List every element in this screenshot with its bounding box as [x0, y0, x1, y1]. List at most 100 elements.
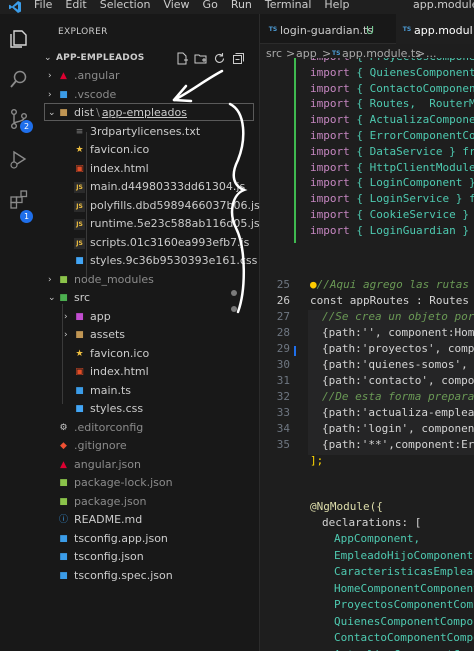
- code-routes-decl: const appRoutes : Routes =: [310, 294, 474, 307]
- modified-dot: [231, 290, 237, 296]
- line-number: 26: [276, 294, 290, 307]
- menu-go[interactable]: Go: [203, 0, 218, 11]
- code-comment: //De esta forma preparan: [322, 390, 474, 403]
- chevron-right-icon: ›: [64, 330, 68, 340]
- tree-item-assets[interactable]: › ■ assets: [38, 327, 260, 345]
- tree-item-angular-json[interactable]: ▲ angular.json: [38, 457, 260, 475]
- import-keyword: import: [310, 58, 350, 63]
- menu-run[interactable]: Run: [231, 0, 252, 11]
- tree-item-node-modules[interactable]: › ■ node_modules: [38, 272, 260, 290]
- import-keyword: import: [310, 223, 350, 237]
- tree-item-index-html[interactable]: ▣ index.html: [38, 364, 260, 382]
- tree-label: tsconfig.json: [74, 550, 144, 563]
- git-added-gutter: [294, 58, 296, 243]
- code-import-line: import { ProyectosComponent: [310, 58, 474, 63]
- activity-bar: 2 1: [0, 14, 38, 651]
- import-body: { LoginService } fr: [349, 192, 474, 206]
- code-import-line: import { ContactoComponent: [310, 82, 474, 95]
- chevron-right-icon: ›: [48, 89, 52, 100]
- code-import-line: import { DataService } fro: [310, 145, 474, 158]
- menu-file[interactable]: File: [34, 0, 52, 11]
- menu-edit[interactable]: Edit: [65, 0, 86, 11]
- tree-item-styles-9c36b9530393e161-css[interactable]: ■ styles.9c36b9530393e161.css: [38, 253, 260, 271]
- line-number: 27: [276, 310, 290, 323]
- tree-label: app: [90, 309, 111, 323]
- tree-label: main.d44980333dd61304.js: [90, 180, 246, 193]
- tree-item-tsconfig-json[interactable]: ■ tsconfig.json: [38, 549, 260, 567]
- import-body: { HttpClientModule}: [349, 160, 474, 174]
- tab-app-module[interactable]: TS app.modul: [396, 14, 474, 44]
- git-modified-gutter: [294, 346, 296, 356]
- refresh-icon[interactable]: [213, 52, 226, 65]
- import-body: { QuienesComponentC: [349, 65, 474, 79]
- file-icon: ■: [75, 256, 84, 266]
- tree-item-styles-css[interactable]: ■ styles.css: [38, 401, 260, 419]
- file-icon: ★: [75, 348, 84, 359]
- code-declaration-item: EmpleadoHijoComponent,: [334, 548, 474, 562]
- file-icon: ⚙: [59, 422, 68, 433]
- tree-item-main-d44980333dd61304-js[interactable]: JS main.d44980333dd61304.js: [38, 179, 260, 197]
- tree-item-vscode[interactable]: › ■ .vscode: [38, 87, 260, 105]
- run-debug-icon[interactable]: [8, 148, 30, 170]
- tree-item-favicon-ico[interactable]: ★ favicon.ico: [38, 346, 260, 364]
- tree-item-polyfills-dbd5989466037b06-js[interactable]: JS polyfills.dbd5989466037b06.js: [38, 198, 260, 216]
- menu-view[interactable]: View: [163, 0, 189, 11]
- tree-item-readme-md[interactable]: ⓘ README.md: [38, 512, 260, 530]
- lightbulb-icon[interactable]: ●: [310, 278, 317, 291]
- tree-label: assets: [90, 328, 126, 341]
- tree-item-runtime-5e23c588ab116d05-js[interactable]: JS runtime.5e23c588ab116d05.js: [38, 216, 260, 234]
- import-keyword: import: [310, 97, 350, 111]
- import-keyword: import: [310, 176, 350, 190]
- tab-label: login-guardian.ts: [280, 24, 374, 37]
- collapse-all-icon[interactable]: [232, 52, 245, 65]
- tab-status-untracked: U: [366, 24, 375, 37]
- menu-terminal[interactable]: Terminal: [265, 0, 312, 11]
- tree-label: 3rdpartylicenses.txt: [90, 124, 201, 138]
- line-number: 31: [276, 374, 290, 387]
- code-declaration-item: ProyectosComponentComp: [334, 598, 474, 611]
- import-body: { ActualizaComponen: [349, 113, 474, 127]
- workspace-section-header[interactable]: ⌄ APP-EMPLEADOS: [38, 50, 260, 68]
- tree-item-app[interactable]: › ■ app: [38, 309, 260, 327]
- extensions-icon[interactable]: [8, 188, 30, 210]
- explorer-sidebar: EXPLORER ⌄ APP-EMPLEADOS › ▲ .angular › ■ .vs…: [38, 14, 260, 651]
- tree-item-package-json[interactable]: ■ package.json: [38, 494, 260, 512]
- tree-item-angular[interactable]: › ▲ .angular: [38, 68, 260, 86]
- menu-selection[interactable]: Selection: [100, 0, 151, 11]
- explorer-files-icon[interactable]: [8, 28, 30, 50]
- tree-item-index-html[interactable]: ▣ index.html: [38, 161, 260, 179]
- tree-label: package.json: [74, 494, 147, 508]
- tree-item-package-lock-json[interactable]: ■ package-lock.json: [38, 475, 260, 493]
- code-import-line: import { CookieService } f: [310, 208, 474, 221]
- tree-item-src[interactable]: ⌄ ■ src: [38, 290, 260, 308]
- tree-label: scripts.01c3160ea993efb7.js: [90, 235, 250, 249]
- code-editor[interactable]: import { ProyectosComponentimport { Quie…: [260, 58, 474, 651]
- tree-label: README.md: [74, 513, 143, 526]
- window-title: app.module.t: [413, 0, 474, 11]
- import-body: { CookieService } f: [349, 208, 474, 221]
- tree-label: .angular: [74, 69, 120, 82]
- tree-label: styles.9c36b9530393e161.css: [90, 254, 258, 267]
- tree-item-editorconfig[interactable]: ⚙ .editorconfig: [38, 420, 260, 438]
- tree-item-scripts-01c3160ea993efb7-js[interactable]: JS scripts.01c3160ea993efb7.js: [38, 235, 260, 253]
- new-folder-icon[interactable]: [194, 52, 207, 65]
- code-import-line: import { Routes, RouterMo: [310, 97, 474, 110]
- line-number: 34: [276, 422, 290, 435]
- comment-text: //Aqui agrego las rutas qu: [316, 278, 474, 291]
- tree-item-tsconfig-app-json[interactable]: ■ tsconfig.app.json: [38, 531, 260, 549]
- tree-label: index.html: [90, 161, 149, 175]
- menu-help[interactable]: Help: [324, 0, 349, 11]
- tree-label: polyfills.dbd5989466037b06.js: [90, 198, 260, 212]
- tab-login-guardian[interactable]: TS login-guardian.ts U: [260, 14, 380, 44]
- tree-item-3rdpartylicenses-txt[interactable]: ≡ 3rdpartylicenses.txt: [38, 124, 260, 142]
- code-import-line: import { ErrorComponentCom: [310, 129, 474, 142]
- tree-label: package-lock.json: [74, 476, 173, 489]
- file-icon: ▣: [75, 163, 84, 174]
- tree-item-gitignore[interactable]: ◆ .gitignore: [38, 438, 260, 456]
- tree-item-favicon-ico[interactable]: ★ favicon.ico: [38, 142, 260, 160]
- tree-item-tsconfig-spec-json[interactable]: ■ tsconfig.spec.json: [38, 568, 260, 586]
- tree-item-main-ts[interactable]: ■ main.ts: [38, 383, 260, 401]
- search-icon[interactable]: [8, 68, 30, 90]
- new-file-icon[interactable]: [175, 52, 188, 65]
- tree-label: tsconfig.app.json: [74, 531, 168, 545]
